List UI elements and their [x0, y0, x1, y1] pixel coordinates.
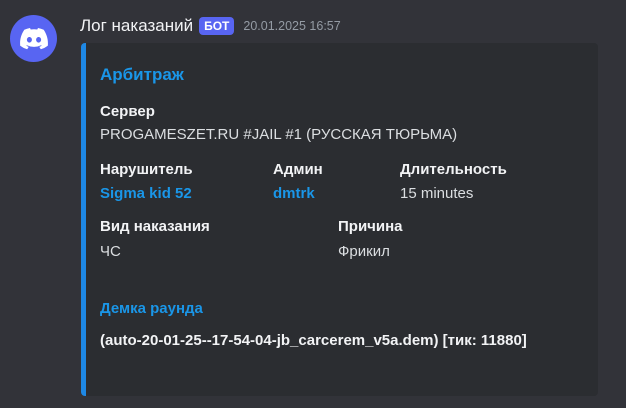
- message-header: Лог наказаний БОТ 20.01.2025 16:57: [80, 14, 341, 38]
- bot-badge: БОТ: [199, 17, 235, 35]
- field-demo-name: Демка раунда: [100, 300, 203, 317]
- field-server-name: Сервер: [100, 103, 155, 120]
- field-reason-value: Фрикил: [338, 243, 390, 260]
- punishment-embed: Арбитраж Сервер PROGAMESZET.RU #JAIL #1 …: [81, 43, 598, 396]
- message-timestamp: 20.01.2025 16:57: [243, 19, 341, 33]
- field-violator-name: Нарушитель: [100, 161, 193, 178]
- field-duration-name: Длительность: [400, 161, 507, 178]
- field-violator-value[interactable]: Sigma kid 52: [100, 185, 192, 202]
- discord-logo-icon: [19, 27, 48, 49]
- field-punishment-type-name: Вид наказания: [100, 218, 210, 235]
- field-admin-name: Админ: [273, 161, 323, 178]
- field-demo-value: (auto-20-01-25--17-54-04-jb_carcerem_v5a…: [100, 332, 527, 349]
- field-reason-name: Причина: [338, 218, 403, 235]
- field-punishment-type-value: ЧС: [100, 243, 121, 260]
- avatar[interactable]: [10, 15, 57, 62]
- author-name[interactable]: Лог наказаний: [80, 16, 193, 36]
- embed-title: Арбитраж: [100, 65, 184, 84]
- field-server-value: PROGAMESZET.RU #JAIL #1 (РУССКАЯ ТЮРЬМА): [100, 126, 458, 143]
- field-duration-value: 15 minutes: [400, 185, 474, 202]
- field-admin-value[interactable]: dmtrk: [273, 185, 315, 202]
